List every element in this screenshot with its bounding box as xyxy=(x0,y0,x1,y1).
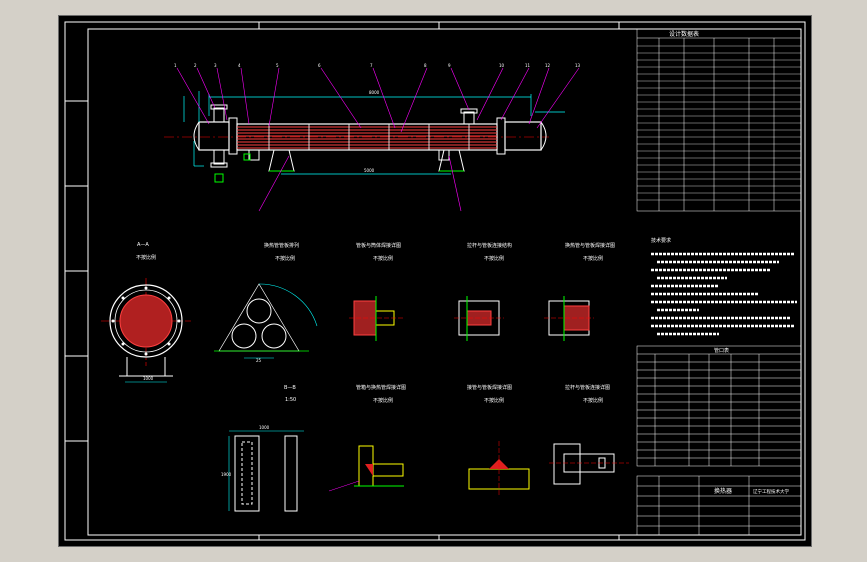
section-b-b xyxy=(228,430,304,512)
svg-text:9: 9 xyxy=(448,63,451,68)
nozzle-table-title: 管口表 xyxy=(714,347,729,354)
title-block-name: 换热器 xyxy=(714,487,732,495)
cad-viewport[interactable]: 8000 5000 12 34 56 78 9 10 11 12 13 设计数据… xyxy=(58,15,812,547)
section-a-title: A—A xyxy=(137,242,149,248)
detail-title-2: 管板与筒体焊接详图 xyxy=(356,242,401,249)
svg-text:5: 5 xyxy=(276,63,279,68)
detail-title-4: 换热管与管板焊接详图 xyxy=(565,242,615,249)
tube-pitch-layout xyxy=(214,283,318,359)
dim-tube-pitch: 25 xyxy=(256,358,262,363)
svg-text:2: 2 xyxy=(194,63,197,68)
section-a-scale: 不按比例 xyxy=(136,254,156,261)
spec-table-title: 设计数据表 xyxy=(669,30,699,38)
title-block-school: 辽宁工程技术大学 xyxy=(753,488,789,495)
dim-b-width: 1000 xyxy=(259,425,270,430)
design-data-table xyxy=(636,28,802,212)
dim-support-span: 5000 xyxy=(364,168,375,173)
svg-text:10: 10 xyxy=(499,63,505,68)
dim-overall: 8000 xyxy=(369,90,380,95)
outer-frame xyxy=(64,21,806,541)
detail-weld-1 xyxy=(349,296,404,341)
detail-tie-rod-2 xyxy=(549,443,629,485)
detail-title-6: 接管与管板焊接详图 xyxy=(467,384,512,391)
part-balloons: 12 34 56 78 9 10 11 12 13 xyxy=(174,63,581,68)
svg-text:6: 6 xyxy=(318,63,321,68)
notes-title: 技术要求 xyxy=(651,237,671,244)
svg-text:1: 1 xyxy=(174,63,177,68)
detail-weld-2 xyxy=(328,445,404,492)
detail-weld-3 xyxy=(468,441,530,496)
notes-lines xyxy=(651,252,797,336)
dim-b-height: 1900 xyxy=(221,472,232,477)
detail-title-3: 拉杆与管板连接结构 xyxy=(467,242,512,249)
detail-scale-6: 不按比例 xyxy=(484,397,504,404)
detail-title-1: 换热管管板排列 xyxy=(264,242,299,249)
heat-exchanger-elevation xyxy=(164,104,549,183)
detail-scale-3: 不按比例 xyxy=(484,255,504,262)
svg-text:8: 8 xyxy=(424,63,427,68)
svg-text:7: 7 xyxy=(370,63,373,68)
detail-scale-7: 不按比例 xyxy=(583,397,603,404)
inner-frame xyxy=(87,28,802,536)
svg-text:4: 4 xyxy=(238,63,241,68)
svg-text:13: 13 xyxy=(575,63,581,68)
dim-a-base: 1000 xyxy=(143,376,154,381)
detail-tube-weld-1 xyxy=(544,296,594,341)
section-b-scale: 1:50 xyxy=(285,397,296,403)
detail-scale-5: 不按比例 xyxy=(373,397,393,404)
engineering-drawing: 8000 5000 12 34 56 78 9 10 11 12 13 设计数据… xyxy=(64,21,806,541)
svg-text:12: 12 xyxy=(545,63,551,68)
section-a-a xyxy=(101,278,191,383)
detail-tie-rod-1 xyxy=(454,296,504,341)
detail-scale-2: 不按比例 xyxy=(373,255,393,262)
detail-title-5: 管箱与换热管焊接详图 xyxy=(356,384,406,391)
nozzle-table xyxy=(636,345,802,467)
svg-text:3: 3 xyxy=(214,63,217,68)
design-data-rows xyxy=(637,45,801,201)
detail-scale-4: 不按比例 xyxy=(583,255,603,262)
svg-text:11: 11 xyxy=(525,63,531,68)
section-b-title: B—B xyxy=(284,385,296,391)
title-block xyxy=(636,475,802,536)
detail-scale-1: 不按比例 xyxy=(275,255,295,262)
detail-title-7: 拉杆与管板连接详图 xyxy=(565,384,610,391)
